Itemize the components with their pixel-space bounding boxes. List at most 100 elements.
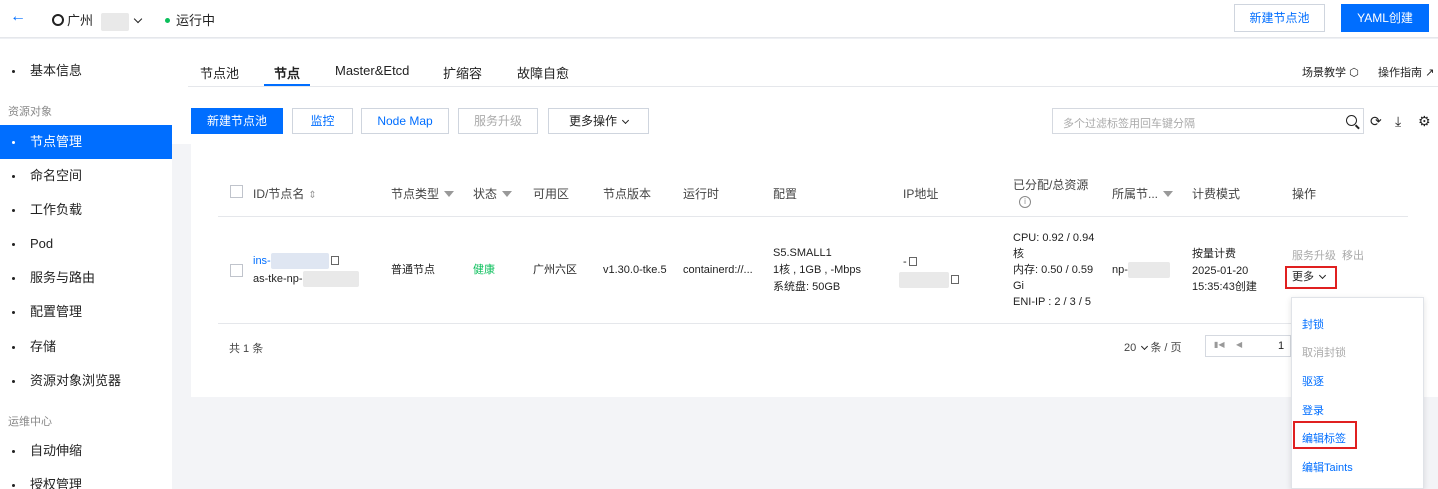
current-page[interactable]: 1 — [1278, 340, 1284, 352]
download-icon[interactable]: ⤓ — [1395, 113, 1401, 129]
copy-icon[interactable] — [951, 275, 959, 284]
node-id-link[interactable]: ins- — [253, 253, 339, 270]
search-placeholder: 多个过滤标签用回车键分隔 — [1063, 118, 1195, 130]
sidebar-item-label: 自动伸缩 — [30, 443, 83, 458]
menu-item-login[interactable]: 登录 — [1302, 402, 1324, 418]
sidebar-item-resource-browser[interactable]: 资源对象浏览器 — [0, 364, 172, 398]
pagination: ▮◀ ◀ 1 — [1205, 335, 1291, 357]
col-id-name-label: ID/节点名 — [253, 187, 305, 201]
node-name: as-tke-np- — [253, 271, 359, 288]
menu-item-uncordon[interactable]: 取消封锁 — [1302, 344, 1346, 360]
chevron-down-icon — [1141, 342, 1149, 351]
col-runtime: 运行时 — [683, 187, 720, 201]
sidebar-item-config[interactable]: 配置管理 — [0, 295, 172, 329]
copy-icon[interactable] — [908, 257, 917, 266]
scene-tutorial-link[interactable]: 场景教学 ⬡ — [1302, 64, 1359, 80]
config-line-1: S5.SMALL1 — [773, 247, 832, 259]
redacted-id — [270, 253, 329, 270]
service-upgrade-button[interactable]: 服务升级 — [458, 108, 538, 134]
new-node-pool-toolbar-button[interactable]: 新建节点池 — [191, 108, 283, 134]
filter-icon[interactable] — [444, 191, 455, 197]
col-status-label: 状态 — [473, 187, 498, 201]
menu-item-drain[interactable]: 驱逐 — [1302, 373, 1324, 389]
sidebar-item-node-management[interactable]: 节点管理 — [0, 125, 172, 159]
col-allocated-resources-label: 已分配/总资源 — [1013, 178, 1089, 192]
new-node-pool-button[interactable]: 新建节点池 — [1234, 4, 1325, 32]
redacted-name — [302, 271, 359, 288]
sidebar-item-service-routing[interactable]: 服务与路由 — [0, 261, 172, 295]
node-pool: np- — [1112, 262, 1170, 279]
top-bar: ← 广州 运行中 新建节点池 YAML创建 — [0, 0, 1438, 38]
row-remove-action[interactable]: 移出 — [1342, 248, 1364, 265]
sidebar-item-label: 节点管理 — [30, 134, 83, 149]
col-status[interactable]: 状态 — [473, 185, 513, 202]
col-billing: 计费模式 — [1192, 187, 1241, 201]
yaml-create-button[interactable]: YAML创建 — [1341, 4, 1429, 32]
bullet-icon — [12, 450, 15, 453]
row-checkbox[interactable] — [230, 264, 243, 277]
select-all-checkbox[interactable] — [230, 185, 243, 198]
node-ip-text: - — [903, 256, 907, 268]
col-id-name[interactable]: ID/节点名 ⇕ — [253, 185, 317, 202]
status-dot-icon — [165, 18, 170, 23]
tab-master-etcd[interactable]: Master&Etcd — [335, 63, 409, 78]
sidebar-item-pod[interactable]: Pod — [0, 227, 172, 261]
billing-time: 15:35:43创建 — [1192, 281, 1257, 293]
node-id[interactable]: ins- — [253, 255, 271, 267]
tab-self-healing[interactable]: 故障自愈 — [517, 63, 569, 82]
operation-guide-link[interactable]: 操作指南 ↗ — [1378, 64, 1434, 80]
search-input[interactable]: 多个过滤标签用回车键分隔 — [1052, 108, 1364, 134]
col-node-type[interactable]: 节点类型 — [391, 185, 455, 202]
copy-icon[interactable] — [330, 256, 339, 265]
redacted-ip — [899, 272, 949, 289]
sidebar-item-storage[interactable]: 存储 — [0, 330, 172, 364]
more-operations-button[interactable]: 更多操作 — [548, 108, 649, 134]
region-selector[interactable]: 广州 — [52, 10, 142, 31]
node-zone: 广州六区 — [533, 264, 577, 276]
menu-item-edit-taints[interactable]: 编辑Taints — [1302, 459, 1353, 475]
refresh-icon[interactable]: ⟳ — [1370, 113, 1382, 129]
col-version: 节点版本 — [603, 187, 652, 201]
bullet-icon — [12, 209, 15, 212]
filter-icon[interactable] — [1163, 191, 1174, 197]
redacted-pool — [1127, 262, 1170, 279]
sidebar-item-label: 存储 — [30, 339, 57, 354]
redacted-cluster-name — [100, 12, 129, 31]
search-icon[interactable] — [1346, 115, 1357, 126]
monitor-button[interactable]: 监控 — [292, 108, 353, 134]
sidebar-item-label: 资源对象浏览器 — [30, 373, 122, 388]
settings-icon[interactable]: ⚙ — [1418, 113, 1431, 129]
sidebar-item-autoscale[interactable]: 自动伸缩 — [0, 434, 172, 468]
back-arrow-icon[interactable]: ← — [10, 8, 26, 26]
first-page-icon[interactable]: ▮◀ — [1214, 340, 1225, 349]
tab-node-pool[interactable]: 节点池 — [200, 63, 239, 82]
page-size-selector[interactable]: 20 条 / 页 — [1124, 339, 1181, 355]
col-actions: 操作 — [1292, 187, 1317, 201]
sidebar-item-label: 命名空间 — [30, 168, 83, 183]
sort-icon[interactable]: ⇕ — [308, 190, 316, 201]
row-more-button[interactable]: 更多 — [1285, 266, 1337, 289]
more-operations-label: 更多操作 — [568, 114, 617, 128]
sidebar-item-basic-info[interactable]: 基本信息 — [0, 54, 172, 88]
node-map-button[interactable]: Node Map — [361, 108, 449, 134]
row-upgrade-action[interactable]: 服务升级 — [1292, 248, 1336, 265]
filter-icon[interactable] — [502, 191, 513, 197]
prev-page-icon[interactable]: ◀ — [1236, 340, 1242, 349]
info-icon[interactable]: i — [1019, 196, 1031, 208]
sidebar-item-workload[interactable]: 工作负载 — [0, 193, 172, 227]
tabs-divider — [188, 86, 1438, 87]
sidebar-item-label: Pod — [30, 236, 54, 251]
menu-item-cordon[interactable]: 封锁 — [1302, 316, 1324, 332]
per-page-label: 条 / 页 — [1150, 342, 1182, 354]
tab-scaling[interactable]: 扩缩容 — [443, 63, 482, 82]
sidebar-item-namespace[interactable]: 命名空间 — [0, 159, 172, 193]
tab-node[interactable]: 节点 — [274, 63, 300, 82]
sidebar-item-label: 服务与路由 — [30, 270, 96, 285]
header-divider — [218, 216, 1408, 217]
col-config: 配置 — [773, 187, 798, 201]
cluster-status: 运行中 — [165, 10, 215, 29]
sidebar-item-authorization[interactable]: 授权管理 — [0, 468, 172, 489]
col-node-pool[interactable]: 所属节... — [1112, 185, 1174, 202]
bullet-icon — [12, 70, 15, 73]
row-divider — [218, 323, 1408, 324]
